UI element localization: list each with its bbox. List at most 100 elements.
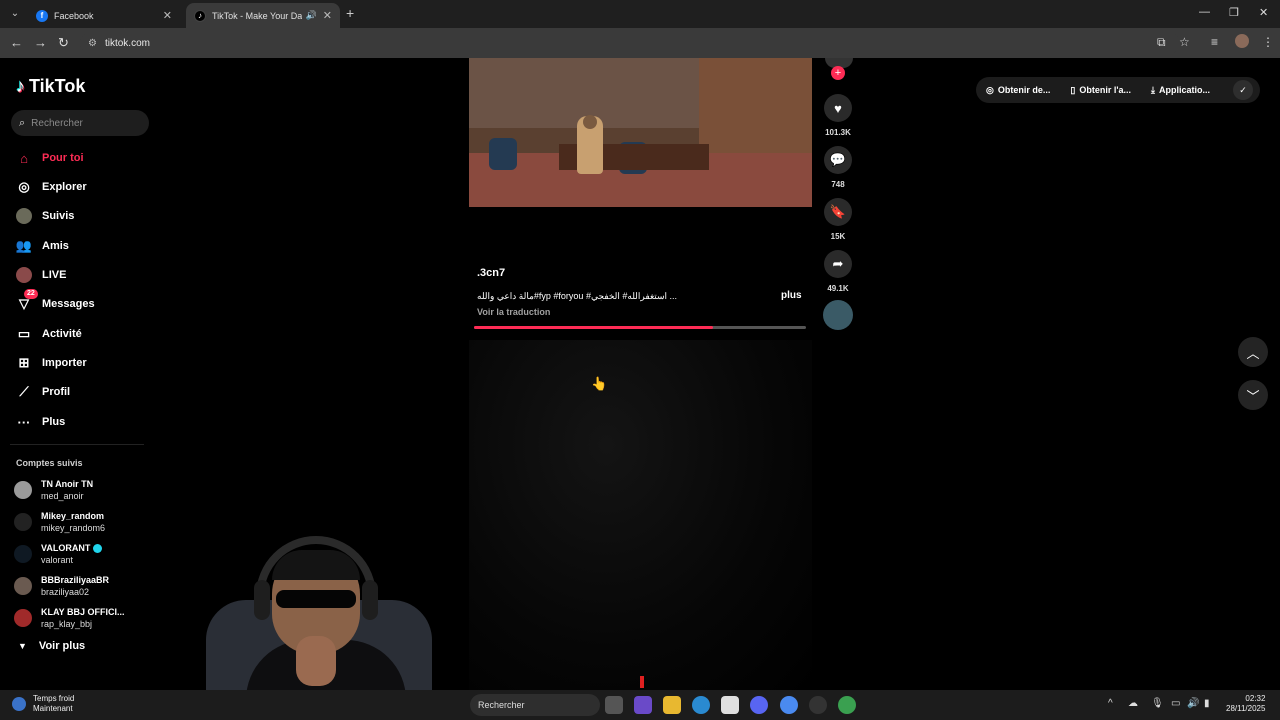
display-icon[interactable]: ▭ <box>1171 698 1180 709</box>
friends-icon: 👥 <box>15 238 33 253</box>
discord-icon[interactable] <box>750 696 768 714</box>
nav-label: Importer <box>42 357 87 369</box>
music-disc-avatar[interactable] <box>823 300 853 330</box>
chrome-profile-icon[interactable] <box>838 696 856 714</box>
follow-plus-icon[interactable]: + <box>831 66 845 80</box>
see-more-label: Voir plus <box>38 640 86 652</box>
address-text: tiktok.com <box>104 37 150 49</box>
tab-tiktok[interactable]: ♪ TikTok - Make Your Day 🔊 ✕ <box>186 3 340 28</box>
like-count: 101.3K <box>825 128 851 137</box>
messages-badge: 22 <box>24 289 38 299</box>
see-more-button[interactable]: ▼ Voir plus <box>18 640 85 652</box>
heart-icon: ♥ <box>834 100 842 116</box>
volume-icon[interactable]: 🔊 <box>1187 698 1199 709</box>
bookmark-star-icon[interactable]: ☆ <box>1179 35 1190 49</box>
tiktok-logo[interactable]: ♪ TikTok <box>16 76 85 97</box>
new-tab-icon[interactable]: + <box>346 5 354 21</box>
nav-pour-toi[interactable]: ⌂ Pour toi <box>16 147 84 169</box>
chevron-down-icon: ▼ <box>18 641 27 651</box>
reload-icon[interactable]: ↻ <box>58 35 69 51</box>
file-explorer-icon[interactable] <box>663 696 681 714</box>
store-icon[interactable] <box>721 696 739 714</box>
like-button[interactable]: ♥ <box>824 94 852 122</box>
following-account[interactable]: KLAY BBJ OFFICI... rap_klay_bbj <box>14 606 125 630</box>
maximize-icon[interactable]: ❐ <box>1229 6 1239 19</box>
battery-icon[interactable]: ▮ <box>1204 698 1210 709</box>
previous-video-button[interactable]: ︿ <box>1238 337 1268 367</box>
get-app-button[interactable]: ▯ Obtenir l'a... <box>1060 85 1141 96</box>
menu-dots-icon[interactable]: ⋮ <box>1262 35 1274 49</box>
nav-activite[interactable]: ▭ Activité <box>16 323 82 345</box>
tray-chevron-up-icon[interactable]: ^ <box>1108 698 1113 709</box>
copilot-icon[interactable] <box>634 696 652 714</box>
nav-suivis[interactable]: Suivis <box>16 205 74 227</box>
video-progress-bar[interactable] <box>474 326 806 329</box>
chevron-up-icon: ︿ <box>1246 345 1260 361</box>
following-account[interactable]: Mikey_random mikey_random6 <box>14 510 105 534</box>
search-input[interactable]: ⌕ Rechercher <box>11 110 149 136</box>
edge-icon[interactable] <box>692 696 710 714</box>
close-tab-icon[interactable]: ✕ <box>163 9 172 22</box>
chrome-icon[interactable] <box>780 696 798 714</box>
avatar <box>14 481 32 499</box>
more-description-button[interactable]: plus <box>781 290 802 301</box>
following-account[interactable]: TN Anoir TN med_anoir <box>14 478 93 502</box>
nav-messages[interactable]: ▽ 22 Messages <box>16 289 95 315</box>
clock[interactable]: 02:32 28/11/2025 <box>1226 694 1265 714</box>
comment-count: 748 <box>831 180 845 189</box>
translate-link[interactable]: Voir la traduction <box>477 307 550 317</box>
save-button[interactable]: 🔖 <box>824 198 852 226</box>
share-count: 49.1K <box>827 284 849 293</box>
taskbar-search-label: Rechercher <box>478 700 525 710</box>
nav-explorer[interactable]: ◎ Explorer <box>16 176 87 198</box>
next-video-button[interactable]: ﹀ <box>1238 380 1268 410</box>
tab-search-icon[interactable]: ⌄ <box>6 5 24 23</box>
nav-label: Messages <box>42 298 95 310</box>
site-info-icon[interactable]: ⚙ <box>88 38 97 49</box>
nav-profil[interactable]: ⟋ Profil <box>16 381 70 403</box>
search-placeholder: Rechercher <box>31 117 83 129</box>
verified-icon <box>93 544 103 554</box>
close-window-icon[interactable]: ✕ <box>1259 6 1268 19</box>
weather-widget[interactable]: Temps froid Maintenant <box>33 694 74 714</box>
tab-facebook[interactable]: f Facebook ✕ <box>28 3 180 28</box>
following-account[interactable]: BBBraziliyaaBR braziliyaa02 <box>14 574 109 598</box>
video-description: مالة داعي والله#fyp #foryou #استغفرالله#… <box>477 291 678 301</box>
nav-importer[interactable]: ⊞ Importer <box>16 352 87 374</box>
home-icon: ⌂ <box>20 150 28 166</box>
task-view-icon[interactable] <box>605 696 623 714</box>
share-button[interactable]: ➦ <box>824 250 852 278</box>
get-coins-button[interactable]: ◎ Obtenir de... <box>976 85 1060 96</box>
nav-amis[interactable]: 👥 Amis <box>16 235 69 257</box>
microphone-icon[interactable]: 🎙 <box>1151 698 1164 709</box>
install-icon[interactable]: ⧉ <box>1157 35 1166 50</box>
cloud-icon[interactable]: ☁ <box>1128 698 1138 709</box>
nav-plus[interactable]: ··· Plus <box>16 411 66 433</box>
comment-button[interactable]: 💬 <box>824 146 852 174</box>
close-tab-icon[interactable]: ✕ <box>323 9 332 22</box>
weather-icon[interactable] <box>12 697 26 711</box>
account-name: TN Anoir TN <box>41 479 94 489</box>
next-video-preview[interactable] <box>469 340 812 690</box>
app-icon[interactable] <box>809 696 827 714</box>
playlist-icon[interactable]: ≡ <box>1211 35 1218 49</box>
tab-title: TikTok - Make Your Day <box>212 10 302 21</box>
profile-avatar[interactable] <box>1235 34 1249 48</box>
video-player[interactable] <box>469 58 812 207</box>
video-author[interactable]: .3cn7 <box>477 267 505 279</box>
forward-icon[interactable]: → <box>34 35 47 50</box>
following-account[interactable]: VALORANT valorant <box>14 542 103 566</box>
back-icon[interactable]: ← <box>10 35 23 50</box>
speaker-icon[interactable]: 🔊 <box>306 10 317 21</box>
account-icon[interactable]: ✓ <box>1233 80 1253 100</box>
webcam-headset-ear <box>254 580 270 620</box>
account-username: mikey_random6 <box>41 523 106 533</box>
nav-label: Explorer <box>42 181 87 193</box>
facebook-icon: f <box>36 9 48 22</box>
account-username: braziliyaa02 <box>41 587 90 597</box>
download-app-button[interactable]: ⤓ Applicatio... <box>1141 85 1220 96</box>
minimize-icon[interactable]: — <box>1199 6 1210 18</box>
nav-live[interactable]: LIVE <box>16 264 66 286</box>
address-input[interactable]: ⚙ tiktok.com <box>80 32 1180 54</box>
taskbar-search[interactable]: Rechercher <box>470 694 600 716</box>
